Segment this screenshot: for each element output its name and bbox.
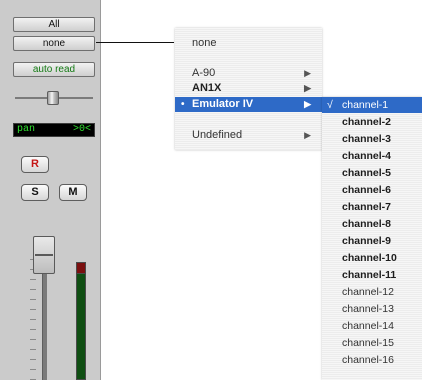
submenu-item-channel-8[interactable]: channel-8 bbox=[322, 216, 422, 232]
pan-label: pan bbox=[17, 124, 36, 135]
volume-fader-handle[interactable] bbox=[33, 236, 55, 274]
submenu-item-channel-6[interactable]: channel-6 bbox=[322, 182, 422, 198]
submenu-arrow-icon: ▶ bbox=[304, 83, 311, 93]
midi-output-selector[interactable]: none bbox=[13, 36, 95, 51]
submenu-item-label: channel-2 bbox=[342, 116, 392, 128]
submenu-item-channel-4[interactable]: channel-4 bbox=[322, 148, 422, 164]
menu-item-label: Undefined bbox=[192, 129, 243, 141]
submenu-item-label: channel-8 bbox=[342, 218, 392, 230]
submenu-item-label: channel-15 bbox=[342, 337, 394, 349]
menu-item-none[interactable]: none bbox=[175, 36, 322, 51]
menu-item-undefined[interactable]: Undefined ▶ bbox=[175, 128, 322, 143]
submenu-item-label: channel-5 bbox=[342, 167, 392, 179]
submenu-arrow-icon: ▶ bbox=[304, 68, 311, 78]
menu-item-label: Emulator IV bbox=[192, 98, 254, 110]
submenu-item-label: channel-14 bbox=[342, 320, 394, 332]
submenu-item-label: channel-6 bbox=[342, 184, 392, 196]
submenu-item-channel-16[interactable]: channel-16 bbox=[322, 352, 422, 368]
submenu-item-label: channel-12 bbox=[342, 286, 394, 298]
submenu-item-channel-12[interactable]: channel-12 bbox=[322, 284, 422, 300]
submenu-item-label: channel-10 bbox=[342, 252, 397, 264]
menu-item-a-90[interactable]: A-90 ▶ bbox=[175, 66, 322, 81]
callout-line bbox=[96, 42, 174, 43]
level-meter bbox=[76, 262, 86, 380]
submenu-item-label: channel-7 bbox=[342, 201, 392, 213]
submenu-arrow-icon: ▶ bbox=[304, 99, 311, 109]
submenu-item-channel-7[interactable]: channel-7 bbox=[322, 199, 422, 215]
midi-output-menu: none A-90 ▶ AN1X ▶ • Emulator IV ▶ Undef… bbox=[175, 28, 322, 150]
submenu-item-channel-5[interactable]: channel-5 bbox=[322, 165, 422, 181]
pan-slider-knob[interactable] bbox=[47, 91, 59, 105]
current-selection-marker-icon: • bbox=[181, 99, 185, 110]
menu-item-an1x[interactable]: AN1X ▶ bbox=[175, 81, 322, 96]
submenu-item-channel-10[interactable]: channel-10 bbox=[322, 250, 422, 266]
submenu-item-channel-14[interactable]: channel-14 bbox=[322, 318, 422, 334]
submenu-item-channel-1[interactable]: √ channel-1 bbox=[322, 97, 422, 113]
check-icon: √ bbox=[327, 99, 333, 111]
submenu-arrow-icon: ▶ bbox=[304, 130, 311, 140]
all-button[interactable]: All bbox=[13, 17, 95, 32]
menu-item-label: none bbox=[192, 37, 217, 49]
pan-value: >0< bbox=[72, 124, 91, 135]
submenu-item-channel-3[interactable]: channel-3 bbox=[322, 131, 422, 147]
menu-item-emulator-iv[interactable]: • Emulator IV ▶ bbox=[175, 97, 322, 112]
pan-display: pan >0< bbox=[13, 123, 95, 137]
automation-mode-button[interactable]: auto read bbox=[13, 62, 95, 77]
mute-button[interactable]: M bbox=[59, 184, 87, 201]
submenu-item-label: channel-9 bbox=[342, 235, 392, 247]
menu-item-label: AN1X bbox=[192, 82, 222, 94]
submenu-item-channel-2[interactable]: channel-2 bbox=[322, 114, 422, 130]
submenu-item-channel-15[interactable]: channel-15 bbox=[322, 335, 422, 351]
menu-item-label: A-90 bbox=[192, 67, 216, 79]
submenu-item-label: channel-4 bbox=[342, 150, 392, 162]
submenu-item-label: channel-1 bbox=[342, 99, 389, 111]
submenu-item-label: channel-16 bbox=[342, 354, 394, 366]
submenu-item-channel-13[interactable]: channel-13 bbox=[322, 301, 422, 317]
submenu-item-label: channel-11 bbox=[342, 269, 397, 281]
submenu-item-channel-9[interactable]: channel-9 bbox=[322, 233, 422, 249]
meter-clip-indicator bbox=[76, 262, 86, 274]
record-enable-button[interactable]: R bbox=[21, 156, 49, 173]
channel-submenu: √ channel-1 channel-2 channel-3 channel-… bbox=[322, 97, 422, 380]
submenu-item-label: channel-13 bbox=[342, 303, 394, 315]
submenu-item-channel-11[interactable]: channel-11 bbox=[322, 267, 422, 283]
solo-button[interactable]: S bbox=[21, 184, 49, 201]
channel-strip: All none auto read pan >0< R S M bbox=[0, 0, 101, 380]
submenu-item-label: channel-3 bbox=[342, 133, 392, 145]
